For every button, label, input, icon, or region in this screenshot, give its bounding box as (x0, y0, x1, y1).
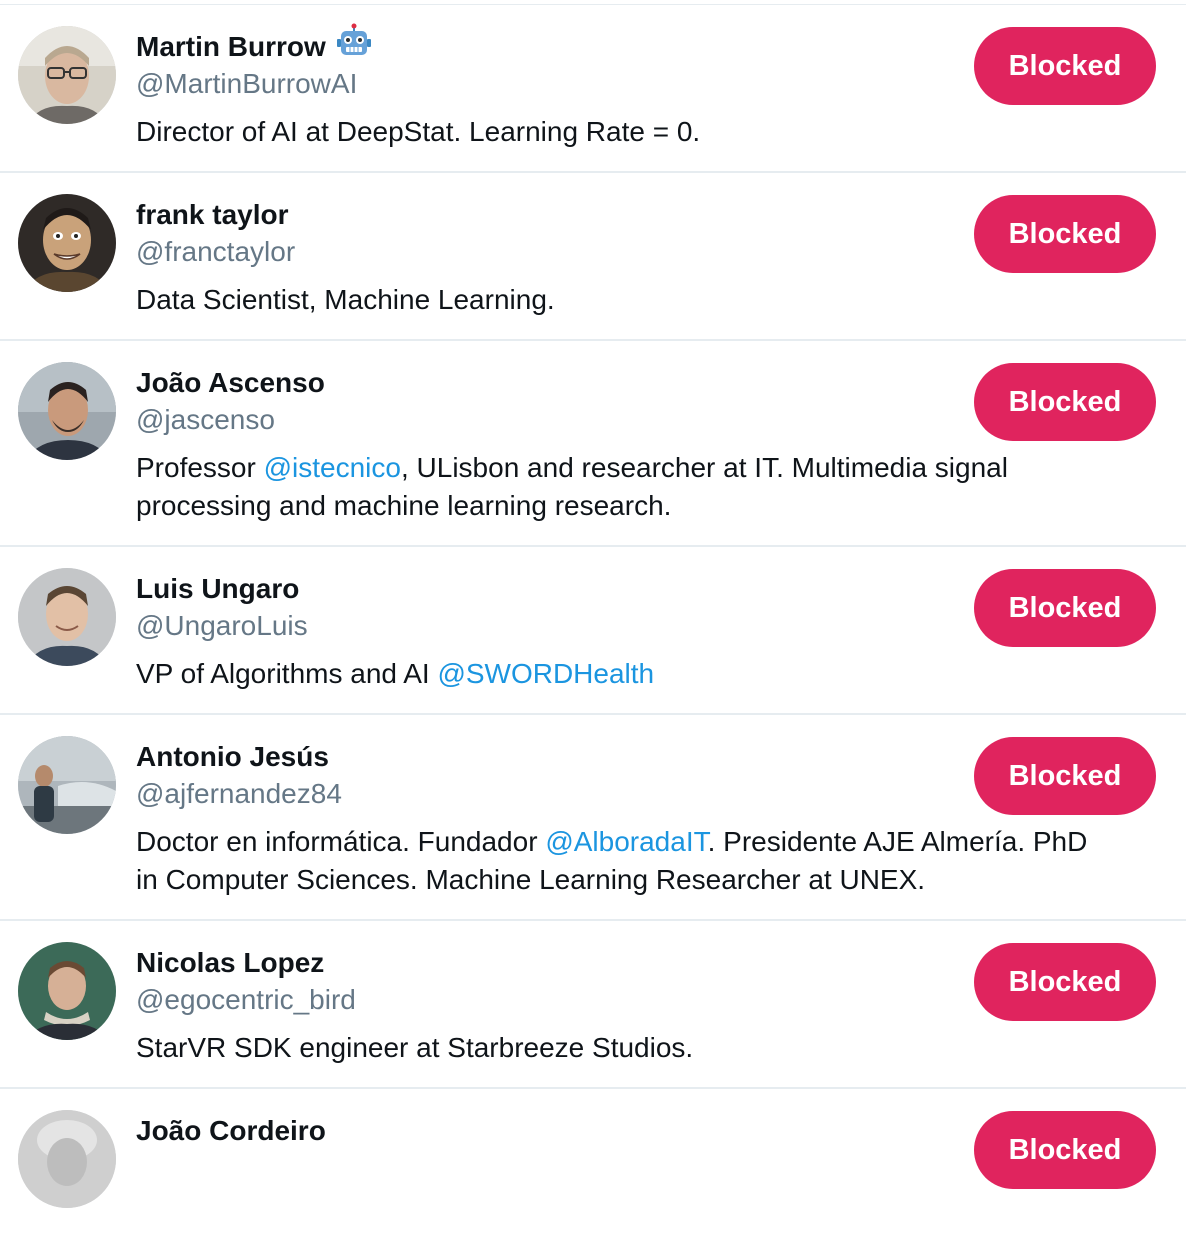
user-row[interactable]: Martin Burrow @MartinBurrowAI Director o… (0, 5, 1186, 173)
blocked-accounts-list: Martin Burrow @MartinBurrowAI Director o… (0, 5, 1186, 1257)
robot-emoji-icon (336, 23, 372, 68)
bio-text: StarVR SDK engineer at Starbreeze Studio… (136, 1032, 694, 1063)
user-bio: StarVR SDK engineer at Starbreeze Studio… (136, 1029, 1116, 1067)
blocked-button[interactable]: Blocked (974, 1111, 1156, 1189)
avatar[interactable] (18, 942, 116, 1040)
bio-text: VP of Algorithms and AI (136, 658, 438, 689)
blocked-button[interactable]: Blocked (974, 943, 1156, 1021)
avatar[interactable] (18, 736, 116, 834)
bio-mention-link[interactable]: @SWORDHealth (437, 658, 654, 689)
blocked-button[interactable]: Blocked (974, 27, 1156, 105)
user-row[interactable]: João Cordeiro Blocked (0, 1089, 1186, 1257)
avatar[interactable] (18, 26, 116, 124)
bio-mention-link[interactable]: @istecnico (264, 452, 401, 483)
avatar[interactable] (18, 1110, 116, 1208)
user-bio: VP of Algorithms and AI @SWORDHealth (136, 655, 1116, 693)
user-bio: Professor @istecnico, ULisbon and resear… (136, 449, 1116, 525)
blocked-button[interactable]: Blocked (974, 363, 1156, 441)
bio-text: Director of AI at DeepStat. Learning Rat… (136, 116, 701, 147)
bio-mention-link[interactable]: @AlboradaIT (545, 826, 707, 857)
user-row[interactable]: frank taylor @franctaylor Data Scientist… (0, 173, 1186, 341)
user-bio: Data Scientist, Machine Learning. (136, 281, 1116, 319)
user-bio: Doctor en informática. Fundador @Alborad… (136, 823, 1116, 899)
user-row[interactable]: João Ascenso @jascenso Professor @istecn… (0, 341, 1186, 547)
avatar[interactable] (18, 194, 116, 292)
bio-text: Professor (136, 452, 264, 483)
user-row[interactable]: Antonio Jesús @ajfernandez84 Doctor en i… (0, 715, 1186, 921)
avatar[interactable] (18, 568, 116, 666)
bio-text: Data Scientist, Machine Learning. (136, 284, 555, 315)
blocked-button[interactable]: Blocked (974, 737, 1156, 815)
user-row[interactable]: Nicolas Lopez @egocentric_bird StarVR SD… (0, 921, 1186, 1089)
blocked-button[interactable]: Blocked (974, 195, 1156, 273)
user-bio: Director of AI at DeepStat. Learning Rat… (136, 113, 1116, 151)
avatar[interactable] (18, 362, 116, 460)
blocked-button[interactable]: Blocked (974, 569, 1156, 647)
bio-text: Doctor en informática. Fundador (136, 826, 546, 857)
user-row[interactable]: Luis Ungaro @UngaroLuis VP of Algorithms… (0, 547, 1186, 715)
